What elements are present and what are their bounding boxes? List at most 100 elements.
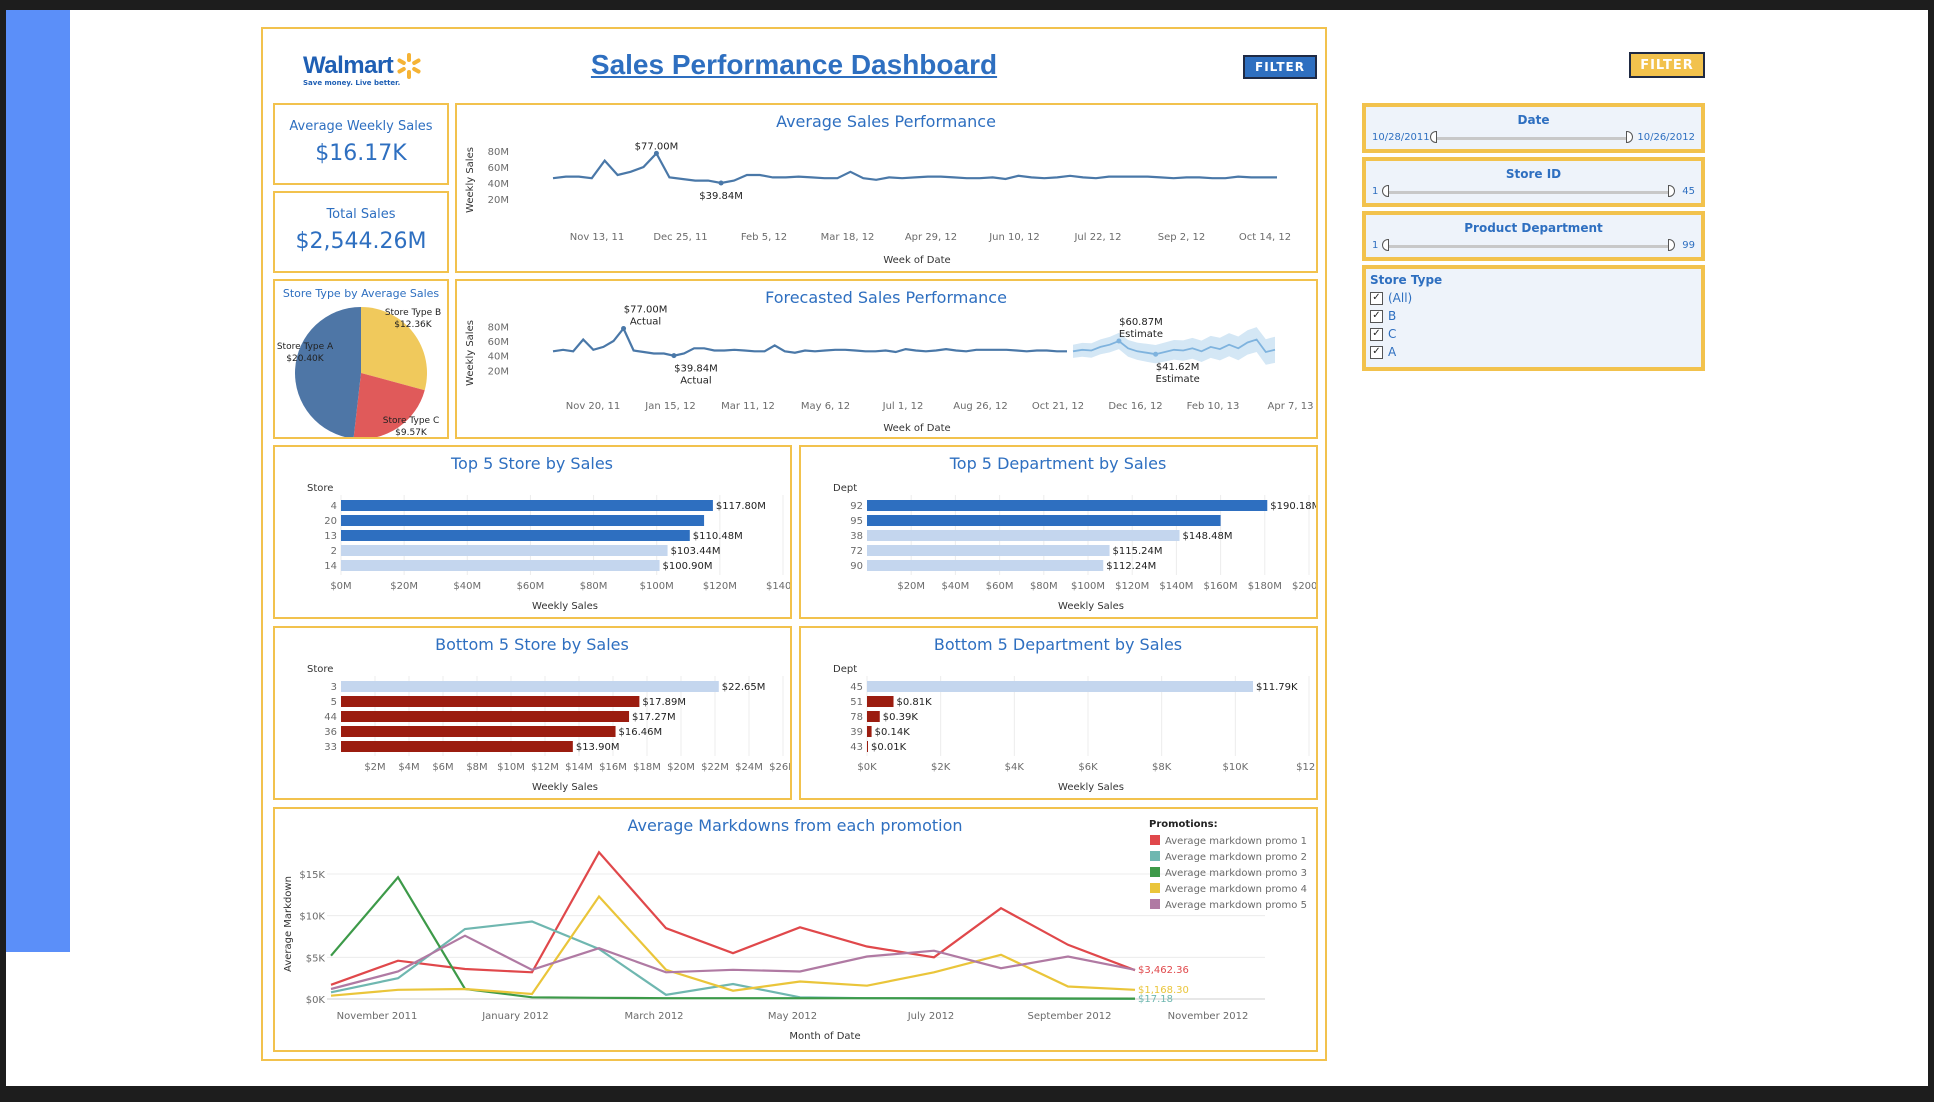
- store-id-min: 1: [1372, 186, 1379, 197]
- legend-swatch: [1150, 867, 1160, 877]
- y-tick-label: 80M: [488, 322, 509, 333]
- date-filter-title: Date: [1517, 113, 1550, 127]
- date-handle-end[interactable]: [1626, 131, 1633, 143]
- store-id-handle-end[interactable]: [1668, 185, 1675, 197]
- avg-sales-line-chart[interactable]: Average Sales Performance 80M 60M 40M 20M Nov…: [457, 105, 1316, 271]
- markdowns-card: Average Markdowns from each promotion $15…: [273, 807, 1318, 1052]
- store-id-track[interactable]: [1386, 191, 1671, 194]
- y-tick-label: $0K: [306, 995, 326, 1006]
- data-label-sub: Estimate: [1156, 374, 1200, 385]
- bar: [867, 741, 868, 752]
- data-label: $60.87M: [1119, 317, 1163, 328]
- kpi-total-sales-value: $2,544.26M: [295, 229, 427, 254]
- store-type-option[interactable]: ✓ (All): [1370, 289, 1701, 307]
- x-tick-label: Feb 5, 12: [741, 232, 787, 243]
- dept-handle-end[interactable]: [1668, 239, 1675, 251]
- y-tick-label: $10K: [299, 912, 325, 923]
- y-axis-label: Average Markdown: [283, 876, 294, 972]
- store-id-max: 45: [1682, 186, 1695, 197]
- bottom-store-bar-chart[interactable]: Bottom 5 Store by Sales Store $2M $4M $6M $8M…: [275, 628, 797, 798]
- dept-handle-start[interactable]: [1382, 239, 1389, 251]
- date-handle-start[interactable]: [1430, 131, 1437, 143]
- chart-title: Average Markdowns from each promotion: [627, 816, 962, 835]
- store-type-option[interactable]: ✓ C: [1370, 325, 1701, 343]
- x-tick-label: Jul 1, 12: [882, 401, 924, 412]
- forecast-card: Forecasted Sales Performance 80M 60M 40M 20M…: [455, 279, 1318, 439]
- bar: [341, 515, 705, 526]
- x-tick-label: $0M: [330, 581, 351, 592]
- bar: [341, 500, 713, 511]
- date-track[interactable]: [1432, 137, 1631, 140]
- bar: [341, 681, 719, 692]
- checkbox-checked-icon[interactable]: ✓: [1370, 345, 1383, 359]
- store-id-filter: Store ID 1 45: [1362, 157, 1705, 207]
- legend-label: Average markdown promo 2: [1165, 852, 1307, 863]
- bar-value-label: $0.14K: [875, 727, 911, 738]
- top-dept-card: Top 5 Department by Sales Dept $20M $40M $60…: [799, 445, 1326, 619]
- avg-sales-card: Average Sales Performance 80M 60M 40M 20M Nov…: [455, 103, 1318, 273]
- bar: [341, 726, 616, 737]
- data-label-sub: Estimate: [1119, 329, 1163, 340]
- store-id-handle-start[interactable]: [1382, 185, 1389, 197]
- markdowns-line-chart[interactable]: Average Markdowns from each promotion $15…: [275, 809, 1316, 1050]
- store-type-filter-title: Store Type: [1370, 273, 1443, 287]
- x-tick-label: Apr 29, 12: [905, 232, 957, 243]
- data-point: [1153, 351, 1159, 357]
- checkbox-checked-icon[interactable]: ✓: [1370, 327, 1383, 341]
- store-type-option[interactable]: ✓ B: [1370, 307, 1701, 325]
- dept-track[interactable]: [1386, 245, 1671, 248]
- x-tick-label: Oct 21, 12: [1032, 401, 1084, 412]
- y-tick-label: 20M: [488, 366, 509, 377]
- page-title[interactable]: Sales Performance Dashboard: [591, 49, 997, 80]
- legend-swatch: [1150, 883, 1160, 893]
- category-label: 51: [850, 697, 863, 708]
- legend-swatch: [1150, 851, 1160, 861]
- category-label: 5: [331, 697, 337, 708]
- top-store-card: Top 5 Store by Sales Store $0M $20M $40M $60M…: [273, 445, 800, 619]
- slice-label: Store Type C: [383, 416, 439, 426]
- slice-label: Store Type A: [277, 342, 334, 352]
- top-dept-bar-chart[interactable]: Top 5 Department by Sales Dept $20M $40M $60…: [801, 447, 1326, 617]
- category-label: 90: [850, 561, 863, 572]
- x-tick-label: $100M: [640, 581, 674, 592]
- filter-toggle-button[interactable]: FILTER: [1629, 52, 1705, 78]
- x-tick-label: Oct 14, 12: [1239, 232, 1291, 243]
- checkbox-checked-icon[interactable]: ✓: [1370, 291, 1383, 305]
- bar-value-label: $16.46M: [619, 727, 663, 738]
- filter-button[interactable]: FILTER: [1243, 55, 1317, 79]
- data-point: [718, 180, 724, 186]
- x-tick-label: Feb 10, 13: [1187, 401, 1240, 412]
- x-axis-label: Week of Date: [883, 255, 950, 266]
- x-tick-label: $120M: [703, 581, 737, 592]
- category-label: 92: [850, 501, 863, 512]
- chart-title: Top 5 Store by Sales: [450, 454, 613, 473]
- legend-swatch: [1150, 835, 1160, 845]
- bar: [867, 545, 1110, 556]
- y-tick-label: $5K: [306, 953, 326, 964]
- date-min: 10/28/2011: [1372, 132, 1430, 143]
- bar: [867, 681, 1254, 692]
- bar-value-label: $0.39K: [883, 712, 919, 723]
- store-type-pie-chart[interactable]: Store Type by Average Sales Store Type B $…: [275, 281, 447, 439]
- dept-slider[interactable]: 1 99: [1370, 239, 1697, 253]
- legend-label: Average markdown promo 1: [1165, 836, 1307, 847]
- forecast-line-chart[interactable]: Forecasted Sales Performance 80M 60M 40M 20M…: [457, 281, 1316, 437]
- bottom-dept-bar-chart[interactable]: Bottom 5 Department by Sales Dept $0K $2K $4…: [801, 628, 1322, 798]
- date-slider[interactable]: 10/28/2011 10/26/2012: [1370, 131, 1697, 145]
- bar-value-label: $148.48M: [1183, 531, 1233, 542]
- y-tick-label: $15K: [299, 870, 325, 881]
- top-store-bar-chart[interactable]: Top 5 Store by Sales Store $0M $20M $40M $60M…: [275, 447, 800, 617]
- store-id-filter-title: Store ID: [1505, 167, 1562, 181]
- bar-value-label: $112.24M: [1106, 561, 1156, 572]
- checkbox-checked-icon[interactable]: ✓: [1370, 309, 1383, 323]
- x-axis-label: Week of Date: [883, 423, 950, 434]
- store-id-slider[interactable]: 1 45: [1370, 185, 1697, 199]
- bar-value-label: $110.48M: [693, 531, 743, 542]
- end-value-label: $3,462.36: [1138, 965, 1189, 976]
- x-tick-label: $40M: [453, 581, 481, 592]
- x-tick-label: $6K: [1078, 762, 1098, 773]
- store-type-option[interactable]: ✓ A: [1370, 343, 1701, 361]
- chart-title: Bottom 5 Store by Sales: [435, 635, 629, 654]
- y-tick-label: 40M: [488, 352, 509, 363]
- data-point: [621, 326, 627, 332]
